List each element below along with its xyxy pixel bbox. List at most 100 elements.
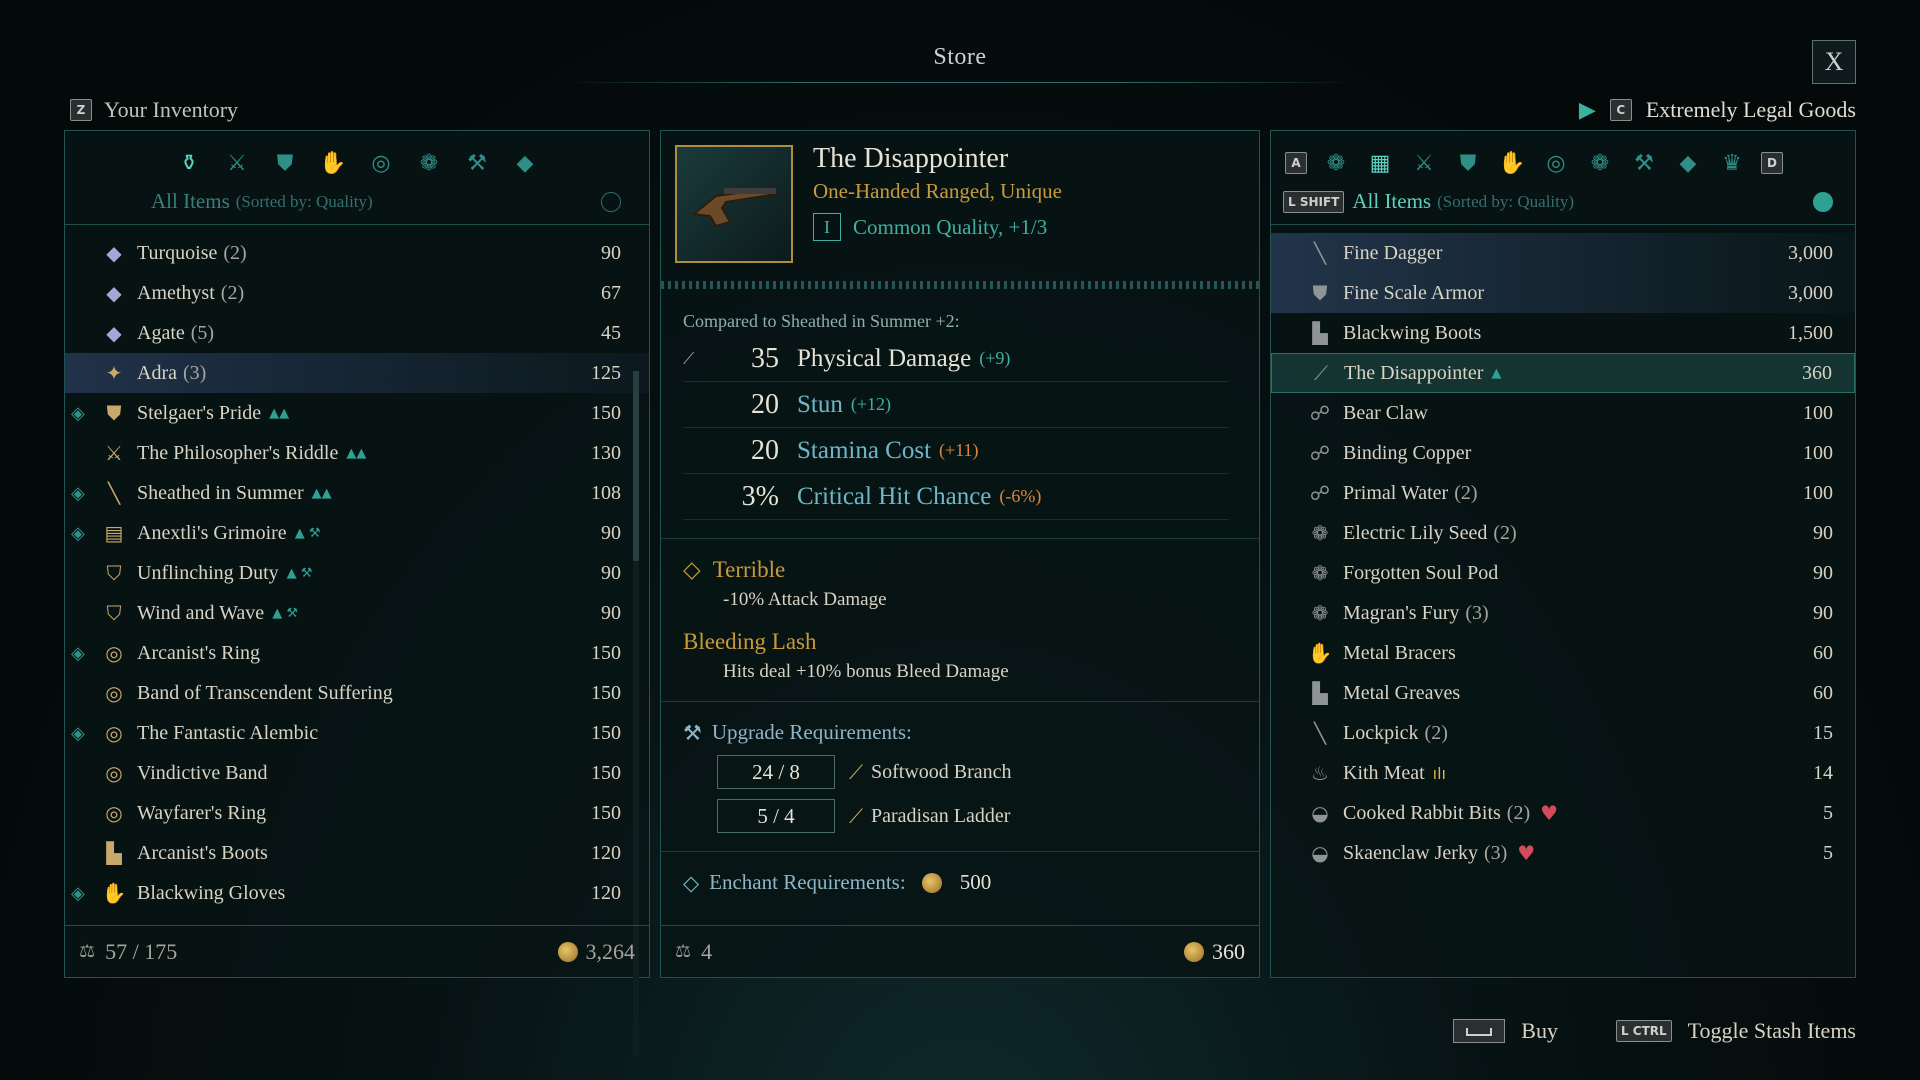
list-item[interactable]: ◆ Agate (5) 45	[65, 313, 649, 353]
item-name: Arcanist's Ring	[137, 641, 261, 664]
vendor-item[interactable]: ◒ Cooked Rabbit Bits (2) ♥ 5	[1271, 793, 1855, 833]
list-item[interactable]: ◈ ✋ Blackwing Gloves 120	[65, 873, 649, 913]
vendor-item[interactable]: ⟋ The Disappointer ▲ 360	[1271, 353, 1855, 393]
inventory-header: Z Your Inventory	[70, 97, 238, 123]
item-name: Wind and Wave	[137, 601, 265, 624]
vendor-item[interactable]: ❁ Magran's Fury (3) 90	[1271, 593, 1855, 633]
new-item-icon: ◈	[71, 482, 85, 504]
armor-icon[interactable]: ⛊	[1453, 148, 1483, 178]
boots-icon: ▙	[106, 841, 122, 865]
gloves-icon[interactable]: ✋	[1497, 148, 1527, 178]
vendor-item[interactable]: ❁ Electric Lily Seed (2) 90	[1271, 513, 1855, 553]
vendor-item[interactable]: ▙ Blackwing Boots 1,500	[1271, 313, 1855, 353]
consumables-icon[interactable]: ❁	[414, 148, 444, 178]
upgrade-material: Paradisan Ladder	[871, 804, 1011, 827]
item-value: 150	[591, 641, 621, 664]
accessories-icon[interactable]: ◎	[366, 148, 396, 178]
chest-icon[interactable]: ▦	[1365, 148, 1395, 178]
item-value: 5	[1823, 801, 1833, 824]
item-quality: I Common Quality, +1/3	[813, 213, 1047, 241]
list-item[interactable]: ◈ ◎ The Fantastic Alembic 150	[65, 713, 649, 753]
list-item[interactable]: ◈ ▤ Anextli's Grimoire ▲ ⚒ 90	[65, 513, 649, 553]
list-item[interactable]: ◎ Wayfarer's Ring 150	[65, 793, 649, 833]
item-name: Turquoise	[137, 241, 218, 264]
list-item[interactable]: ◆ Amethyst (2) 67	[65, 273, 649, 313]
item-value: 100	[1803, 441, 1833, 464]
list-item[interactable]: ✦ Adra (3) 125	[65, 353, 649, 393]
list-item[interactable]: ◆ Turquoise (2) 90	[65, 233, 649, 273]
item-value: 90	[601, 241, 621, 264]
weapons-icon[interactable]: ⚔	[1409, 148, 1439, 178]
gem-icon: ◆	[106, 281, 122, 305]
list-item[interactable]: ◈ ╲ Sheathed in Summer ▲▲ 108	[65, 473, 649, 513]
gem-icon[interactable]: ◆	[510, 148, 540, 178]
buy-button[interactable]: Buy	[1521, 1018, 1558, 1044]
list-item[interactable]: ◈ ◎ Arcanist's Ring 150	[65, 633, 649, 673]
compare-label: Compared to Sheathed in Summer +2:	[683, 311, 960, 331]
vendor-item[interactable]: ╲ Lockpick (2) 15	[1271, 713, 1855, 753]
gem-icon[interactable]: ◆	[1673, 148, 1703, 178]
list-item[interactable]: ▙ Arcanist's Boots 120	[65, 833, 649, 873]
accessories-icon[interactable]: ◎	[1541, 148, 1571, 178]
list-item[interactable]: ◎ Vindictive Band 150	[65, 753, 649, 793]
stat-value: 35	[751, 342, 779, 374]
close-button[interactable]: X	[1812, 40, 1856, 84]
list-item[interactable]: ◎ Band of Transcendent Suffering 150	[65, 673, 649, 713]
perk1-desc: -10% Attack Damage	[723, 589, 887, 610]
heart-icon: ♥	[1517, 841, 1536, 865]
item-icon: ◒	[1311, 801, 1329, 825]
vendor-item[interactable]: ◒ Skaenclaw Jerky (3) ♥ 5	[1271, 833, 1855, 873]
item-qty: (2)	[1424, 721, 1448, 744]
next-category-key[interactable]: D	[1761, 152, 1783, 174]
vendor-item[interactable]: ☍ Primal Water (2) 100	[1271, 473, 1855, 513]
crown-icon[interactable]: ♛	[1717, 148, 1747, 178]
vendor-item[interactable]: ⛊ Fine Scale Armor 3,000	[1271, 273, 1855, 313]
armor-icon[interactable]: ⛊	[270, 148, 300, 178]
vendor-filter-icon[interactable]	[1813, 191, 1833, 212]
item-name: Band of Transcendent Suffering	[137, 681, 393, 704]
consumables-icon[interactable]: ❁	[1321, 148, 1351, 178]
new-item-icon: ◈	[71, 522, 85, 544]
quality-tier-badge: I	[813, 213, 841, 241]
gloves-icon[interactable]: ✋	[318, 148, 348, 178]
stat-row: ⟋ 35 Physical Damage (+9)	[683, 336, 1229, 382]
vendor-item[interactable]: ✋ Metal Bracers 60	[1271, 633, 1855, 673]
upgrade-tag-icon: ▲▲	[346, 445, 367, 461]
item-name: Fine Dagger	[1343, 241, 1443, 264]
inventory-category-tabs: ⚱ ⚔ ⛊ ✋ ◎ ❁ ⚒ ◆	[65, 145, 649, 181]
toggle-stash-button[interactable]: Toggle Stash Items	[1688, 1018, 1856, 1044]
vendor-item[interactable]: ▙ Metal Greaves 60	[1271, 673, 1855, 713]
vendor-item[interactable]: ❁ Forgotten Soul Pod 90	[1271, 553, 1855, 593]
vendor-category-tabs: ❁ ▦ ⚔ ⛊ ✋ ◎ ❁ ⚒ ◆ ♛	[1321, 148, 1747, 178]
vendor-item[interactable]: ╲ Fine Dagger 3,000	[1271, 233, 1855, 273]
stash-key-hint: L CTRL	[1615, 1020, 1672, 1042]
vendor-item[interactable]: ♨ Kith Meat ılı 14	[1271, 753, 1855, 793]
list-item[interactable]: ⛉ Wind and Wave ▲ ⚒ 90	[65, 593, 649, 633]
list-item[interactable]: ⚔ The Philosopher's Riddle ▲▲ 130	[65, 433, 649, 473]
perk-terrible: ◇ Terrible -10% Attack Damage Bleeding La…	[661, 557, 1259, 683]
item-name: The Disappointer	[1344, 361, 1484, 384]
anvil-icon[interactable]: ⚒	[462, 148, 492, 178]
inventory-filter-icon[interactable]	[601, 191, 621, 212]
dagger-icon: ⟋	[683, 348, 695, 368]
ring-icon: ◎	[105, 681, 123, 705]
prev-category-key[interactable]: A	[1285, 152, 1307, 174]
item-value: 90	[601, 601, 621, 624]
item-icon: ♨	[1311, 761, 1329, 785]
item-name: The Fantastic Alembic	[137, 721, 319, 744]
all-items-icon[interactable]: ⚱	[174, 148, 204, 178]
vendor-item[interactable]: ☍ Binding Copper 100	[1271, 433, 1855, 473]
item-icon: ╲	[1313, 721, 1327, 745]
anvil-icon[interactable]: ⚒	[1629, 148, 1659, 178]
vendor-sort-label[interactable]: All Items	[1352, 189, 1431, 214]
weapons-icon[interactable]: ⚔	[222, 148, 252, 178]
item-value: 90	[1813, 601, 1833, 624]
heart-icon: ♥	[1540, 801, 1559, 825]
inventory-sort-line[interactable]: All Items (Sorted by: Quality)	[65, 189, 649, 214]
upgrade-tag-icon: ▲ ⚒	[272, 605, 298, 621]
list-item[interactable]: ◈ ⛊ Stelgaer's Pride ▲▲ 150	[65, 393, 649, 433]
item-name: Agate	[137, 321, 185, 344]
vendor-item[interactable]: ☍ Bear Claw 100	[1271, 393, 1855, 433]
consumables-icon[interactable]: ❁	[1585, 148, 1615, 178]
list-item[interactable]: ⛉ Unflinching Duty ▲ ⚒ 90	[65, 553, 649, 593]
